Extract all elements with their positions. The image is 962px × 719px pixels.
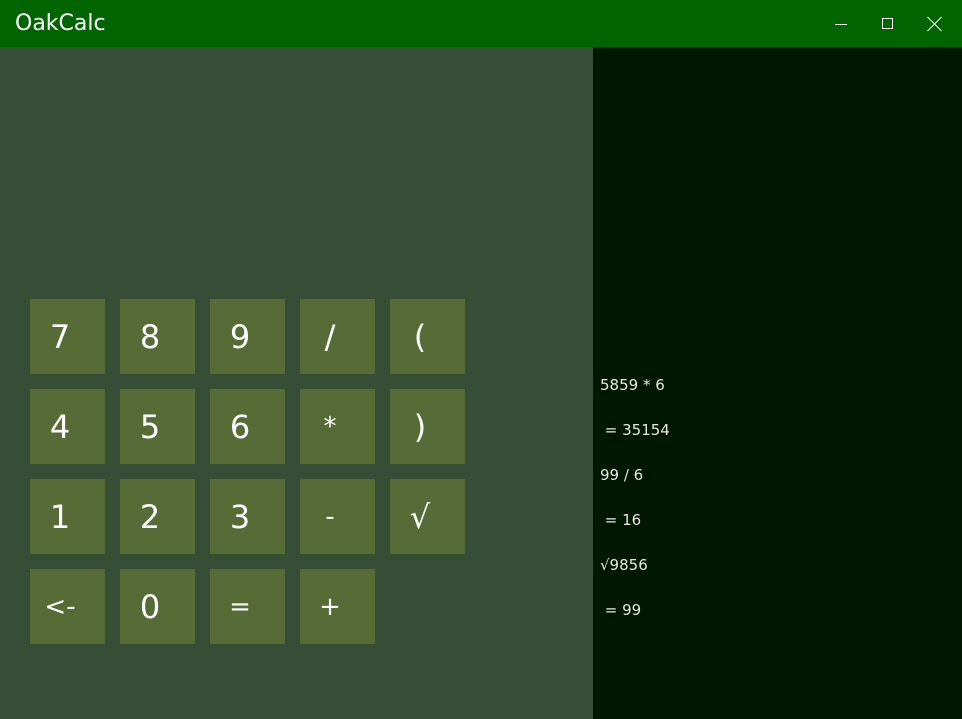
- key-backspace[interactable]: <-: [30, 569, 105, 644]
- key-5[interactable]: 5: [120, 389, 195, 464]
- history-result: = 99: [600, 601, 642, 619]
- key-close-paren[interactable]: ): [390, 389, 465, 464]
- key-9[interactable]: 9: [210, 299, 285, 374]
- key-1[interactable]: 1: [30, 479, 105, 554]
- app-title: OakCalc: [15, 11, 106, 36]
- close-icon: [927, 16, 943, 32]
- key-multiply[interactable]: *: [300, 389, 375, 464]
- key-divide[interactable]: /: [300, 299, 375, 374]
- history-result: = 16: [600, 511, 642, 529]
- maximize-button[interactable]: [864, 0, 910, 47]
- history-expression: 5859 * 6: [600, 376, 665, 394]
- key-0[interactable]: 0: [120, 569, 195, 644]
- history-result: = 35154: [600, 421, 670, 439]
- key-subtract[interactable]: -: [300, 479, 375, 554]
- key-equals[interactable]: =: [210, 569, 285, 644]
- keypad-panel: 7 8 9 / ( 4 5 6 * ) 1 2 3 - √ <- 0 = +: [0, 47, 593, 719]
- key-3[interactable]: 3: [210, 479, 285, 554]
- maximize-icon: [881, 18, 893, 29]
- key-8[interactable]: 8: [120, 299, 195, 374]
- key-4[interactable]: 4: [30, 389, 105, 464]
- close-button[interactable]: [912, 0, 958, 47]
- history-panel: 5859 * 6 = 35154 99 / 6 = 16 √9856 = 99: [593, 47, 962, 719]
- title-bar: OakCalc: [0, 0, 962, 47]
- key-7[interactable]: 7: [30, 299, 105, 374]
- key-2[interactable]: 2: [120, 479, 195, 554]
- minimize-button[interactable]: [818, 0, 864, 47]
- key-6[interactable]: 6: [210, 389, 285, 464]
- history-expression: 99 / 6: [600, 466, 644, 484]
- key-square-root[interactable]: √: [390, 479, 465, 554]
- key-add[interactable]: +: [300, 569, 375, 644]
- minimize-icon: [835, 24, 847, 25]
- history-expression: √9856: [600, 556, 648, 574]
- keypad: 7 8 9 / ( 4 5 6 * ) 1 2 3 - √ <- 0 = +: [0, 47, 593, 719]
- key-open-paren[interactable]: (: [390, 299, 465, 374]
